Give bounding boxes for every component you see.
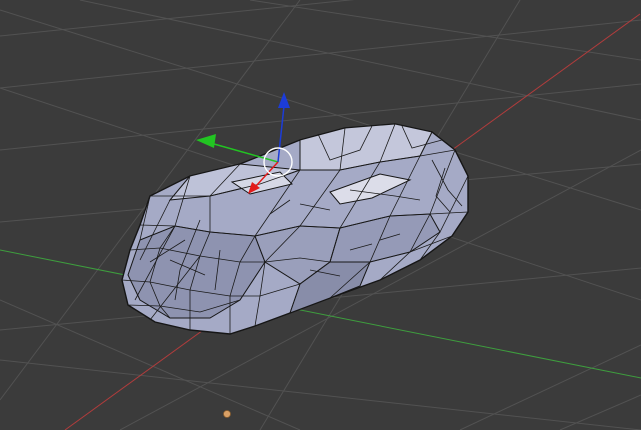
3d-viewport[interactable] xyxy=(0,0,641,430)
viewport-canvas[interactable] xyxy=(0,0,641,430)
light-object-icon[interactable] xyxy=(223,410,231,418)
mesh-object[interactable] xyxy=(121,123,469,335)
gizmo-y-arrow-icon[interactable] xyxy=(196,134,216,148)
